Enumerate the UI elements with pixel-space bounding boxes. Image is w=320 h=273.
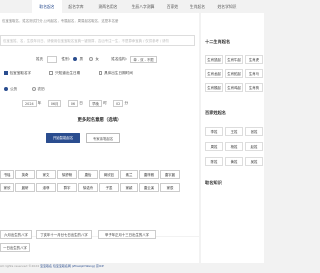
- name-format-select[interactable]: 单 - 双 - 不限: [130, 55, 157, 63]
- surname-link[interactable]: 周姓: [205, 142, 223, 151]
- mode-option-2-checkbox[interactable]: [49, 71, 54, 75]
- surname-link[interactable]: 吴姓: [245, 157, 263, 166]
- tab-surnames[interactable]: 百家姓: [160, 0, 185, 13]
- knowledge-section-title: 取名知识: [205, 180, 222, 185]
- name-chip[interactable]: 徐舒畅: [57, 170, 77, 179]
- name-chip[interactable]: 唐云溪: [139, 183, 159, 192]
- tab-zodiac[interactable]: 生肖起名: [185, 0, 210, 13]
- expert-naming-button[interactable]: 专家亲笔起名: [86, 133, 120, 143]
- bazi-chip[interactable]: 一日出生的八字: [0, 243, 30, 252]
- name-chip[interactable]: 书瑶: [0, 170, 14, 179]
- tab-name-test[interactable]: 测两名用名: [90, 0, 126, 13]
- surname-section-title: 百家姓起名: [205, 110, 226, 115]
- name-format-label: 姓名结构：: [111, 57, 130, 61]
- tab-knowledge[interactable]: 姓名学知识: [210, 0, 244, 13]
- bazi-chip[interactable]: 六月出生的八字: [0, 230, 32, 239]
- name-chip[interactable]: 素兰: [120, 170, 138, 179]
- surname-link[interactable]: 黄姓: [225, 157, 243, 166]
- more-options-title[interactable]: 更多起名意愿（选填）: [0, 117, 199, 123]
- bazi-chip[interactable]: 甲子年正月十三日出生的八字: [98, 230, 156, 239]
- gender-female-label: 女: [95, 57, 99, 61]
- tab-name-library[interactable]: 起名字库: [62, 0, 90, 13]
- name-chip[interactable]: 晨研: [15, 183, 35, 192]
- gender-female-radio[interactable]: [89, 56, 94, 61]
- calendar-lunar-radio[interactable]: [31, 86, 36, 91]
- zodiac-link[interactable]: 生肖猴起: [205, 83, 223, 92]
- naming-panel: 包宝宝取名，姓名测试打分,公司起名，专属起名，周易起名取名，这是本名册 包宝宝姓…: [0, 13, 199, 236]
- sidebar: 十二生肖起名 生肖鼠起 生肖牛起 生肖虎 生肖龙起 生肖蛇起 生肖马 生肖猴起 …: [201, 13, 264, 263]
- name-chip[interactable]: 群宇: [57, 183, 77, 192]
- year-select[interactable]: 2024: [22, 99, 37, 107]
- name-chip[interactable]: 家欣: [0, 183, 14, 192]
- hour-unit: 时: [103, 101, 107, 105]
- mode-option-1-label: 包宝宝取名字: [9, 71, 32, 75]
- footer-copyright: All rights reserved ©2024: [0, 264, 40, 268]
- zodiac-link[interactable]: 生肖蛇起: [225, 69, 243, 78]
- surname-link[interactable]: 李姓: [205, 127, 223, 136]
- name-chip[interactable]: 家颖: [120, 183, 138, 192]
- bazi-chip[interactable]: 丁亥年十一月廿七日出生的八字: [36, 230, 92, 239]
- zodiac-link[interactable]: 生肖鼠起: [205, 55, 223, 64]
- minute-unit: 分: [124, 101, 129, 105]
- surname-link[interactable]: 陈姓: [205, 157, 223, 166]
- start-naming-button[interactable]: 开始智能起名: [46, 133, 80, 143]
- mode-option-2-label: 只知道出生日期: [55, 71, 81, 75]
- name-chip[interactable]: 唐梓雅: [139, 170, 159, 179]
- zodiac-link[interactable]: 生肖牛起: [225, 55, 243, 64]
- gender-male-radio[interactable]: [73, 56, 78, 61]
- calendar-solar-radio[interactable]: [4, 86, 8, 91]
- tab-bazi[interactable]: 生辰八字测算: [126, 0, 160, 13]
- day-unit: 日: [79, 101, 83, 105]
- calendar-lunar-label: 农历: [37, 87, 45, 91]
- name-chip[interactable]: 蒋欣钰: [99, 170, 119, 179]
- zodiac-link[interactable]: 生肖鸡起: [225, 83, 243, 92]
- gender-male-label: 男: [79, 57, 84, 61]
- surname-link[interactable]: 张姓: [245, 127, 263, 136]
- name-chip[interactable]: 唐宇晨: [160, 170, 180, 179]
- name-chip[interactable]: 徐诺舟: [78, 183, 98, 192]
- name-chip[interactable]: 淑菲: [36, 183, 56, 192]
- surname-link[interactable]: 杨姓: [225, 142, 243, 151]
- notice-input[interactable]: 包宝宝姓、名，生辰年月日、请使用包宝宝取名宝典一键测算，吉凶专注一生，不是算命宝…: [0, 35, 195, 46]
- mode-option-3-checkbox[interactable]: [98, 71, 103, 75]
- name-chip[interactable]: 家文: [36, 170, 56, 179]
- month-select[interactable]: 06月: [47, 99, 62, 107]
- mode-row: 包宝宝取名字 只知道出生日期 具体出生日期时间: [4, 69, 133, 78]
- gender-label: 性别：: [61, 57, 73, 61]
- calendar-row: 公历 农历: [4, 85, 45, 94]
- zodiac-link[interactable]: 生肖虎: [245, 55, 263, 64]
- date-row: 2024 年 06月 06 日 早晚 时 02 分: [22, 99, 128, 108]
- zodiac-link[interactable]: 生肖狗: [245, 83, 263, 92]
- surname-label: 姓氏: [36, 57, 44, 61]
- calendar-solar-label: 公历: [10, 87, 18, 91]
- surname-gender-row: 姓氏 性别： 男 女 姓名结构： 单 - 双 - 不限: [36, 55, 157, 64]
- mode-option-1-checkbox[interactable]: [4, 71, 8, 75]
- intro-text: 包宝宝取名，姓名测试打分,公司起名，专属起名，周易起名取名，这是本名册: [2, 19, 119, 23]
- footer: All rights reserved ©2024 宝宝取名 包宝宝取名网 (Z…: [0, 264, 199, 268]
- name-chip[interactable]: 子墨: [99, 183, 119, 192]
- name-chip[interactable]: 英奇: [15, 170, 35, 179]
- tab-naming[interactable]: 取名起名: [32, 0, 62, 13]
- hour-select[interactable]: 早晚: [89, 99, 102, 107]
- surname-link[interactable]: 王姓: [225, 127, 243, 136]
- zodiac-link[interactable]: 生肖马: [245, 69, 263, 78]
- surname-link[interactable]: 赵姓: [245, 142, 263, 151]
- name-chip[interactable]: 唐怡: [78, 170, 98, 179]
- top-nav: 取名起名 起名字库 测两名用名 生辰八字测算 百家姓 生肖起名 姓名学知识: [0, 0, 264, 13]
- minute-select[interactable]: 02: [112, 99, 124, 107]
- name-chip[interactable]: 家辰: [160, 183, 180, 192]
- day-select[interactable]: 06: [67, 99, 79, 107]
- footer-link[interactable]: 宝宝取名 包宝宝取名网 (ZhaiqimWang) 京ICP: [40, 264, 104, 268]
- zodiac-section-title: 十二生肖起名: [205, 39, 231, 44]
- year-unit: 年: [37, 101, 42, 105]
- zodiac-link[interactable]: 生肖龙起: [205, 69, 223, 78]
- mode-option-3-label: 具体出生日期时间: [104, 71, 133, 75]
- surname-input[interactable]: [47, 55, 58, 63]
